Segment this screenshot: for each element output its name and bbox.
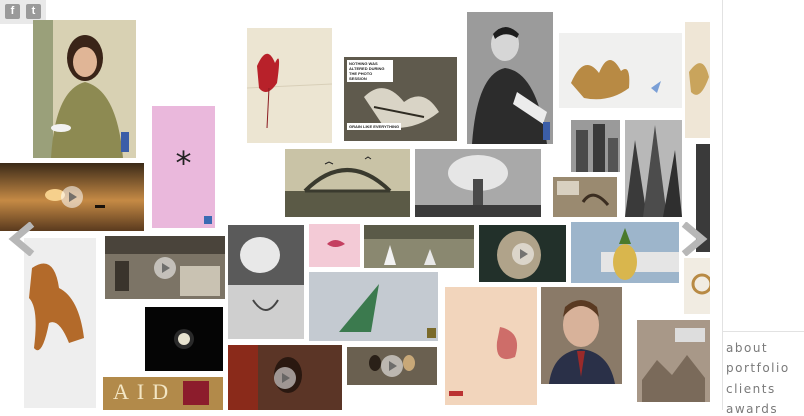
portfolio-tile-bridge[interactable] xyxy=(285,149,410,217)
previous-arrow-icon[interactable] xyxy=(8,221,36,257)
twitter-label: t xyxy=(31,5,36,17)
video-tile-woman-face[interactable] xyxy=(479,225,566,282)
portfolio-tile-winter-trees[interactable] xyxy=(364,225,474,268)
portfolio-tile-pineapple[interactable] xyxy=(571,222,679,283)
play-icon[interactable] xyxy=(381,355,403,377)
nav-item-portfolio[interactable]: portfolio xyxy=(726,361,790,375)
portfolio-tile-man-reading[interactable] xyxy=(467,12,553,144)
video-tile-sunset[interactable] xyxy=(0,163,144,231)
video-tile-group[interactable] xyxy=(347,347,437,385)
portfolio-tile-schoolboy[interactable] xyxy=(541,287,622,384)
portfolio-tile-asterisk[interactable]: * xyxy=(152,106,215,228)
play-icon[interactable] xyxy=(154,256,176,279)
portfolio-tile-mushroom-tree[interactable] xyxy=(415,149,541,217)
nav-item-clients[interactable]: clients xyxy=(726,382,776,396)
portfolio-tile-poster-headline[interactable]: NOTHING WAS ALTERED DURING THE PHOTO SES… xyxy=(344,57,457,141)
play-icon[interactable] xyxy=(61,186,83,208)
next-arrow-icon[interactable] xyxy=(680,221,708,257)
portfolio-tile-fern[interactable] xyxy=(309,272,438,341)
poster-subcaption: GRAIN LIKE EVERYTHING xyxy=(347,123,402,130)
portfolio-tile-paper-knot[interactable] xyxy=(228,225,304,339)
nav-item-awards[interactable]: awards xyxy=(726,402,778,416)
video-tile-kitchen[interactable] xyxy=(105,236,225,299)
play-icon[interactable] xyxy=(511,242,534,265)
portfolio-tile-city-small[interactable] xyxy=(571,120,620,172)
video-tile-red-room[interactable] xyxy=(228,345,342,410)
portfolio-tile-woman-tea[interactable] xyxy=(33,20,136,158)
sidebar-divider xyxy=(722,0,723,410)
portfolio-tile-swirl-edge[interactable] xyxy=(684,258,710,314)
portfolio-tile-red-paper[interactable] xyxy=(247,28,332,143)
aids-title: AID xyxy=(113,379,177,404)
portfolio-tile-skyscrapers[interactable] xyxy=(625,120,682,217)
sidebar-rule xyxy=(723,331,804,332)
portfolio-tile-gold-edge[interactable] xyxy=(685,22,710,138)
facebook-label: f xyxy=(10,5,15,17)
asterisk-glyph: * xyxy=(175,144,192,182)
portfolio-tile-golden-splash[interactable] xyxy=(559,33,682,108)
portfolio-tile-dot-circle[interactable] xyxy=(145,307,223,371)
facebook-icon[interactable]: f xyxy=(5,4,20,19)
play-icon[interactable] xyxy=(274,366,296,389)
portfolio-tile-small-poster[interactable] xyxy=(553,177,617,217)
portfolio-tile-rubble[interactable] xyxy=(637,320,710,402)
portfolio-tile-aids[interactable]: AID xyxy=(103,377,223,410)
portfolio-tile-peach-poster[interactable] xyxy=(445,287,537,405)
portfolio-tile-pink-lips[interactable] xyxy=(309,224,360,267)
portfolio-tile-creature[interactable] xyxy=(24,238,96,408)
poster-caption: NOTHING WAS ALTERED DURING THE PHOTO SES… xyxy=(347,60,393,82)
twitter-icon[interactable]: t xyxy=(26,4,41,19)
nav-item-about[interactable]: about xyxy=(726,341,768,355)
